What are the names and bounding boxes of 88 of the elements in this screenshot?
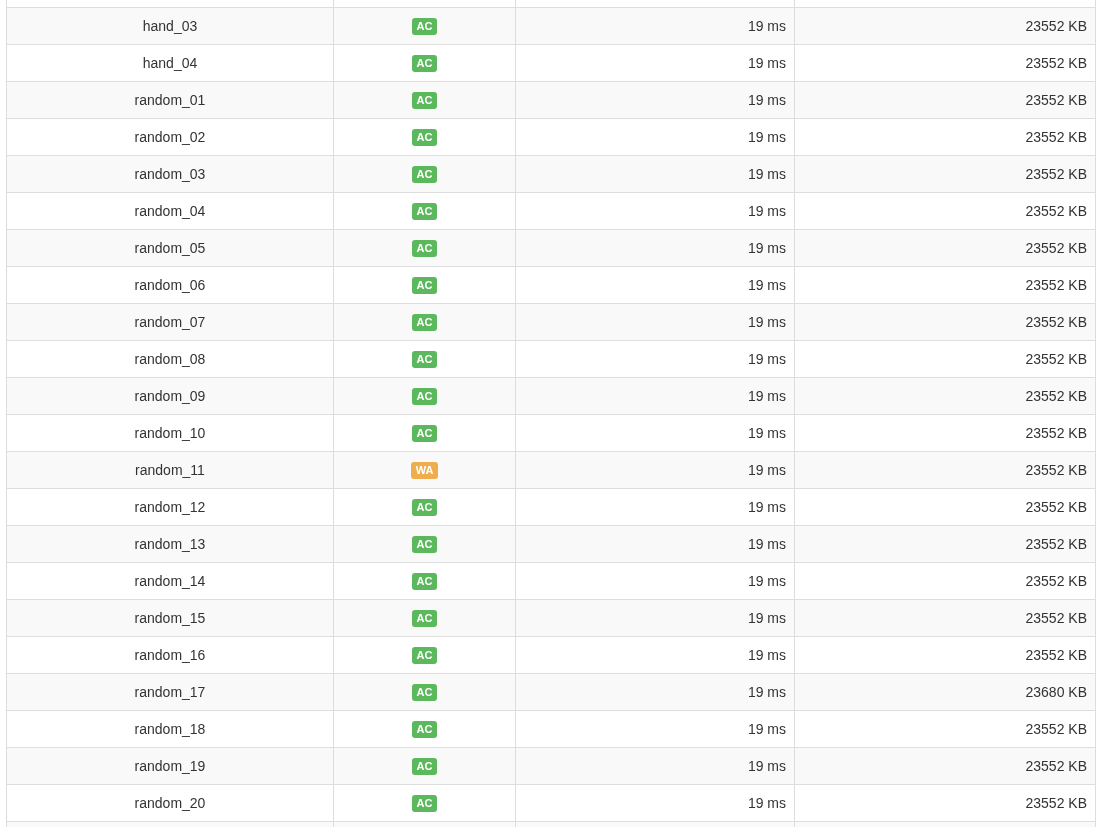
verdict-badge: AC	[411, 276, 438, 294]
table-cell: 23552 KB	[795, 119, 1096, 155]
table-cell: 19 ms	[516, 156, 795, 192]
table-cell: 23552 KB	[795, 267, 1096, 303]
table-cell: random_10	[6, 415, 334, 451]
table-cell: 23552 KB	[795, 304, 1096, 340]
verdict-badge: AC	[411, 91, 438, 109]
table-cell: random_04	[6, 193, 334, 229]
verdict-badge: AC	[411, 387, 438, 405]
table-cell: 19 ms	[516, 193, 795, 229]
table-cell: 19 ms	[516, 378, 795, 414]
table-cell: hand_03	[6, 8, 334, 44]
table-cell: 23552 KB	[795, 748, 1096, 784]
table-cell: 23552 KB	[795, 156, 1096, 192]
table-cell: random_06	[6, 267, 334, 303]
table-cell: 23552 KB	[795, 341, 1096, 377]
verdict-badge: AC	[411, 720, 438, 738]
table-cell: 19 ms	[516, 637, 795, 673]
table-cell: random_16	[6, 637, 334, 673]
table-cell: 23552 KB	[795, 489, 1096, 525]
table-cell: random_14	[6, 563, 334, 599]
verdict-badge: AC	[411, 202, 438, 220]
table-cell: 19 ms	[516, 415, 795, 451]
table-cell: 19 ms	[516, 711, 795, 747]
table-cell: 23552 KB	[795, 563, 1096, 599]
table-cell: 23552 KB	[795, 82, 1096, 118]
table-cell: 23552 KB	[795, 526, 1096, 562]
verdict-badge: AC	[411, 757, 438, 775]
table-cell: random_01	[6, 82, 334, 118]
table-cell: 19 ms	[516, 304, 795, 340]
table-cell: 19 ms	[516, 563, 795, 599]
verdict-badge: AC	[411, 165, 438, 183]
table-cell: 23552 KB	[795, 711, 1096, 747]
table-cell: 23552 KB	[795, 452, 1096, 488]
verdict-badge: AC	[411, 128, 438, 146]
table-cell: 23552 KB	[795, 785, 1096, 821]
table-cell: 23552 KB	[795, 45, 1096, 81]
verdict-badge: AC	[411, 646, 438, 664]
verdict-badge: AC	[411, 17, 438, 35]
table-cell: 19 ms	[516, 119, 795, 155]
table-cell: 23552 KB	[795, 8, 1096, 44]
table-cell: 23552 KB	[795, 600, 1096, 636]
table-cell: 19 ms	[516, 82, 795, 118]
verdict-badge: AC	[411, 683, 438, 701]
verdict-badge: AC	[411, 498, 438, 516]
table-cell: random_07	[6, 304, 334, 340]
table-cell: 19 ms	[516, 230, 795, 266]
verdict-badge: AC	[411, 794, 438, 812]
table-cell: 19 ms	[516, 600, 795, 636]
table-cell: 23552 KB	[795, 378, 1096, 414]
table-cell: random_18	[6, 711, 334, 747]
table-cell: 19 ms	[516, 341, 795, 377]
table-cell: 19 ms	[516, 748, 795, 784]
table-cell: 23552 KB	[795, 415, 1096, 451]
table-cell: random_17	[6, 674, 334, 710]
verdict-badge: AC	[411, 572, 438, 590]
table-cell: 19 ms	[516, 674, 795, 710]
table-cell: hand_04	[6, 45, 334, 81]
table-cell: random_12	[6, 489, 334, 525]
table-cell: random_15	[6, 600, 334, 636]
verdict-badge: WA	[410, 461, 439, 479]
verdict-badge: AC	[411, 239, 438, 257]
verdict-badge: AC	[411, 424, 438, 442]
table-cell: 19 ms	[516, 45, 795, 81]
table-cell: random_20	[6, 785, 334, 821]
table-cell: 19 ms	[516, 785, 795, 821]
table-cell: random_05	[6, 230, 334, 266]
verdict-badge: AC	[411, 535, 438, 553]
table-cell: random_02	[6, 119, 334, 155]
table-cell: 19 ms	[516, 489, 795, 525]
table-cell: 23680 KB	[795, 674, 1096, 710]
table-cell: random_08	[6, 341, 334, 377]
table-cell: 19 ms	[516, 8, 795, 44]
table-cell: 19 ms	[516, 267, 795, 303]
table-cell: random_09	[6, 378, 334, 414]
verdict-badge: AC	[411, 609, 438, 627]
table-cell: 23552 KB	[795, 193, 1096, 229]
verdict-badge: AC	[411, 54, 438, 72]
table-cell: 23552 KB	[795, 637, 1096, 673]
table-cell: 23552 KB	[795, 230, 1096, 266]
table-cell: random_19	[6, 748, 334, 784]
table-cell: random_03	[6, 156, 334, 192]
verdict-badge: AC	[411, 313, 438, 331]
table-cell: 19 ms	[516, 452, 795, 488]
table-cell: random_13	[6, 526, 334, 562]
verdict-badge: AC	[411, 350, 438, 368]
table-cell: random_11	[6, 452, 334, 488]
table-cell: 19 ms	[516, 526, 795, 562]
